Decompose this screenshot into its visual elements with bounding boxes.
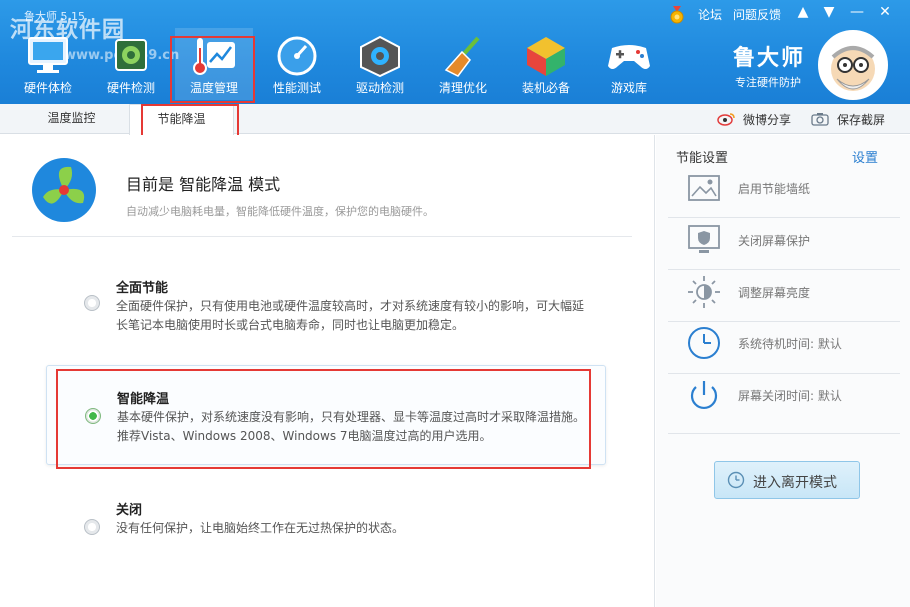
brand-tagline: 专注硬件防护 [735, 76, 801, 89]
nav-performance[interactable]: 性能测试 [258, 28, 336, 100]
nav-hardware-checkup[interactable]: 硬件体检 [9, 28, 87, 100]
close-button[interactable]: ✕ [876, 4, 894, 20]
gamepad-icon [608, 45, 650, 69]
radio-smart-cooling[interactable] [85, 408, 101, 424]
broom-icon [444, 36, 480, 77]
mode-description: 自动减少电脑耗电量，智能降低硬件温度，保护您的电脑硬件。 [126, 205, 434, 218]
option-title: 关闭 [116, 503, 143, 518]
nav-hardware-detect[interactable]: 硬件检测 [92, 28, 170, 100]
nav-cleanup[interactable]: 清理优化 [424, 28, 502, 100]
radio-off[interactable] [84, 519, 100, 535]
divider [668, 269, 900, 270]
gear-cube-icon [360, 35, 400, 78]
medal-icon[interactable] [669, 6, 685, 24]
nav-label: 硬件检测 [106, 81, 155, 95]
side-item-label: 启用节能墙纸 [738, 182, 811, 196]
fan-icon [32, 158, 96, 222]
subtab-bar: 温度监控 节能降温 微博分享 保存截屏 [0, 104, 910, 135]
nav-temperature[interactable]: 温度管理 [175, 28, 253, 100]
save-screenshot-link[interactable]: 保存截屏 [837, 111, 885, 128]
main-panel: 目前是 智能降温 模式 自动减少电脑耗电量，智能降低硬件温度，保护您的电脑硬件。… [0, 135, 655, 607]
nav-essentials[interactable]: 装机必备 [507, 28, 585, 100]
package-box-icon [527, 37, 565, 76]
monitor-check-icon [28, 37, 68, 73]
weibo-share-link[interactable]: 微博分享 [743, 111, 791, 128]
side-item-label: 关闭屏幕保护 [738, 234, 811, 248]
side-item-brightness[interactable]: 调整屏幕亮度 [686, 274, 896, 310]
avatar [818, 30, 888, 100]
speedometer-icon [277, 36, 317, 76]
nav-driver[interactable]: 驱动检测 [341, 28, 419, 100]
power-icon [690, 381, 718, 409]
nav-label: 性能测试 [272, 81, 321, 95]
option-title: 全面节能 [116, 281, 169, 296]
brand-name: 鲁大师 [733, 46, 806, 71]
clock-icon [688, 327, 720, 359]
forum-link[interactable]: 论坛 [698, 6, 722, 23]
wallpaper-icon [688, 175, 720, 201]
nav-label: 清理优化 [438, 81, 487, 95]
divider [12, 236, 632, 237]
option-description: 没有任何保护，让电脑始终工作在无过热保护的状态。 [116, 521, 405, 535]
option-description: 基本硬件保护，对系统速度没有影响，只有处理器、显卡等温度过高时才采取降温措施。推… [117, 410, 586, 443]
nav-label: 游戏库 [610, 81, 647, 95]
nav-label: 温度管理 [189, 81, 238, 95]
settings-link[interactable]: 设置 [852, 147, 878, 166]
minimize-button[interactable]: — [848, 4, 866, 20]
divider [668, 433, 900, 434]
chip-icon [115, 39, 147, 71]
side-item-wallpaper[interactable]: 启用节能墙纸 [686, 170, 896, 206]
enter-away-mode-button[interactable]: 进入离开模式 [714, 461, 860, 499]
nav-games[interactable]: 游戏库 [590, 28, 668, 100]
tab-energy-cooling[interactable]: 节能降温 [129, 104, 234, 135]
tab-temperature-monitor[interactable]: 温度监控 [14, 104, 129, 134]
side-item-label: 系统待机时间: 默认 [738, 337, 842, 351]
nav-label: 装机必备 [521, 81, 570, 95]
side-title: 节能设置 [676, 151, 729, 166]
option-description: 全面硬件保护，只有使用电池或硬件温度较高时，才对系统速度有较小的影响，可大幅延长… [116, 299, 585, 332]
nav-label: 驱动检测 [355, 81, 404, 95]
nav-label: 硬件体检 [23, 81, 72, 95]
side-item-standby-time[interactable]: 系统待机时间: 默认 [686, 325, 896, 361]
side-item-screensaver[interactable]: 关闭屏幕保护 [686, 222, 896, 258]
divider [668, 321, 900, 322]
button-label: 进入离开模式 [753, 475, 837, 491]
radio-full-saving[interactable] [84, 295, 100, 311]
option-full-saving[interactable]: 全面节能 全面硬件保护，只有使用电池或硬件温度较高时，才对系统速度有较小的影响，… [46, 273, 606, 343]
side-item-screen-off-time[interactable]: 屏幕关闭时间: 默认 [686, 377, 896, 413]
title-bar: 鲁大师 5.15 河东软件园 www.pc0359.cn 论坛 问题反馈 ▲ ▼… [0, 0, 910, 104]
mode-title: 目前是 智能降温 模式 [126, 175, 281, 194]
divider [668, 373, 900, 374]
screen-shield-icon [688, 225, 720, 253]
camera-icon[interactable] [811, 112, 829, 126]
option-smart-cooling[interactable]: 智能降温 基本硬件保护，对系统速度没有影响，只有处理器、显卡等温度过高时才采取降… [46, 365, 606, 465]
side-item-label: 调整屏幕亮度 [738, 286, 811, 300]
mascot-icon [831, 46, 875, 91]
weibo-icon[interactable] [717, 112, 735, 126]
option-title: 智能降温 [117, 392, 170, 407]
thermometer-chart-icon [193, 38, 235, 75]
menu-icon[interactable]: ▼ [820, 4, 838, 20]
feedback-link[interactable]: 问题反馈 [733, 6, 781, 23]
side-item-label: 屏幕关闭时间: 默认 [738, 389, 842, 403]
energy-settings-panel: 节能设置 设置 启用节能墙纸 关闭屏幕保护 调整屏幕亮度 系统待机时间: 默认 … [656, 135, 910, 607]
option-off[interactable]: 关闭 没有任何保护，让电脑始终工作在无过热保护的状态。 [46, 497, 606, 547]
clock-icon [727, 471, 745, 489]
brightness-icon [688, 276, 720, 308]
skin-icon[interactable]: ▲ [794, 4, 812, 20]
divider [668, 217, 900, 218]
